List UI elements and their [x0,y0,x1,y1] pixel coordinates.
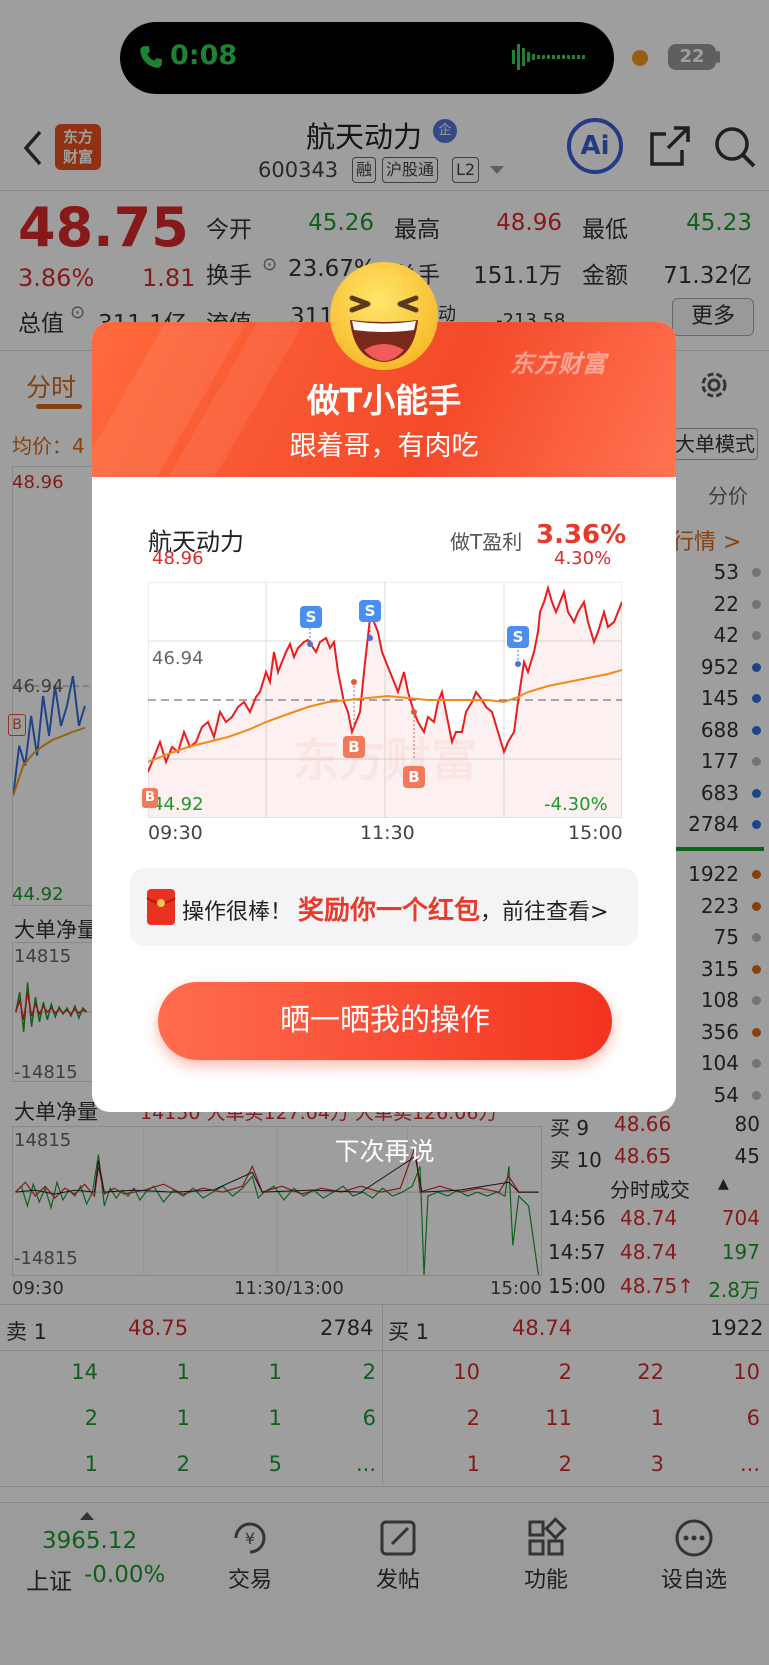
mini-time-start: 09:30 [148,822,203,844]
buy-marker-2: B [403,766,425,788]
mini-time-mid: 11:30 [360,822,415,844]
popup-subtitle: 跟着哥，有肉吃 [289,431,479,462]
popup-title: 做T小能手 [306,381,462,420]
mini-ymid: 46.94 [152,648,204,669]
dismiss-link[interactable]: 下次再说 [0,1132,769,1168]
profit-value: 3.36% [536,520,627,550]
share-trade-button[interactable]: 晒一晒我的操作 [158,982,612,1060]
chart-watermark: 东方财富 [293,733,477,787]
mini-ymax: 48.96 [152,548,204,569]
sell-marker-3: S [507,626,529,648]
profit-popup: 东方财富 做T小能手 跟着哥，有肉吃 航天动力 做T盈利 3.36% 东方财富 … [92,322,676,1112]
buy-marker-0: B [142,788,158,808]
rp-text-link[interactable]: ，前往查看> [480,894,608,926]
mini-pct-max: 4.30% [554,548,612,569]
rp-text-prefix[interactable]: 操作很棒！ [182,894,292,926]
sell-marker-1: S [300,606,322,628]
laughing-emoji-icon [330,262,438,370]
rp-text-reward[interactable]: 奖励你一个红包 [298,890,480,927]
mini-pct-min: -4.30% [544,794,608,815]
mini-time-end: 15:00 [568,822,623,844]
sell-marker-2: S [359,600,381,622]
mini-ymin: 44.92 [152,794,204,815]
buy-marker-1: B [343,736,365,758]
profit-label: 做T盈利 [450,530,523,554]
red-packet-icon [146,889,176,925]
